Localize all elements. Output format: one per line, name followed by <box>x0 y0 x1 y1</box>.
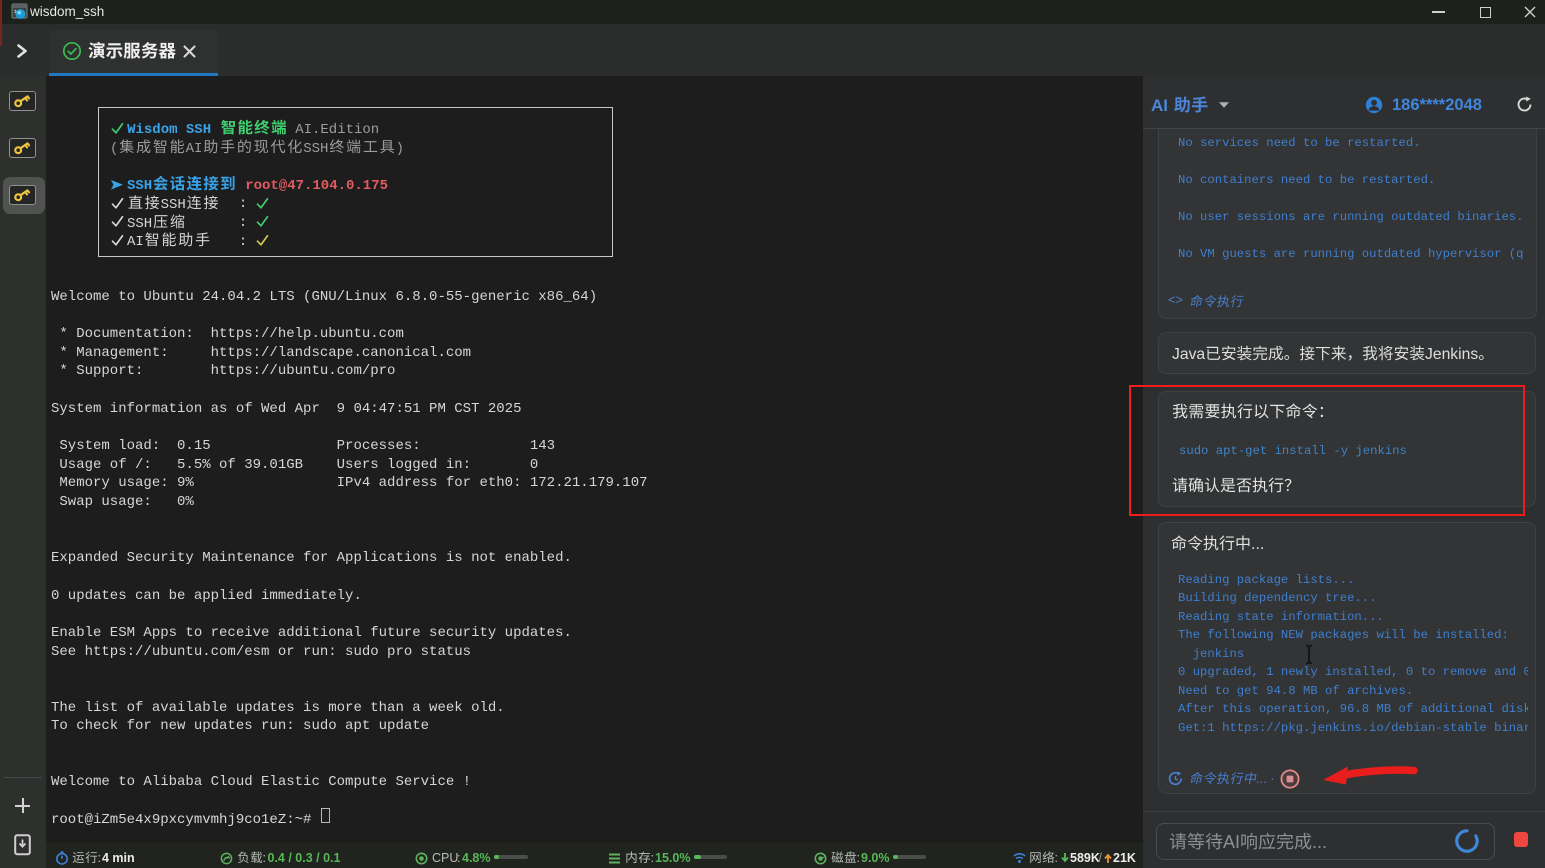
svg-text:AI: AI <box>186 141 203 157</box>
svg-text:AI: AI <box>1223 832 1240 852</box>
svg-text:(: ( <box>110 141 118 157</box>
svg-text:SSH: SSH <box>303 141 328 157</box>
svg-text:AI: AI <box>1151 96 1168 115</box>
svg-text:Java: Java <box>1172 346 1205 363</box>
svg-text:·: · <box>1270 771 1274 786</box>
svg-text:): ) <box>396 141 404 157</box>
svg-text:AI: AI <box>127 234 144 250</box>
svg-text:...: ... <box>1257 771 1268 786</box>
svg-text:...: ... <box>1251 536 1264 553</box>
svg-text:...: ... <box>1312 832 1327 852</box>
svg-text:Jenkins: Jenkins <box>1425 346 1478 363</box>
